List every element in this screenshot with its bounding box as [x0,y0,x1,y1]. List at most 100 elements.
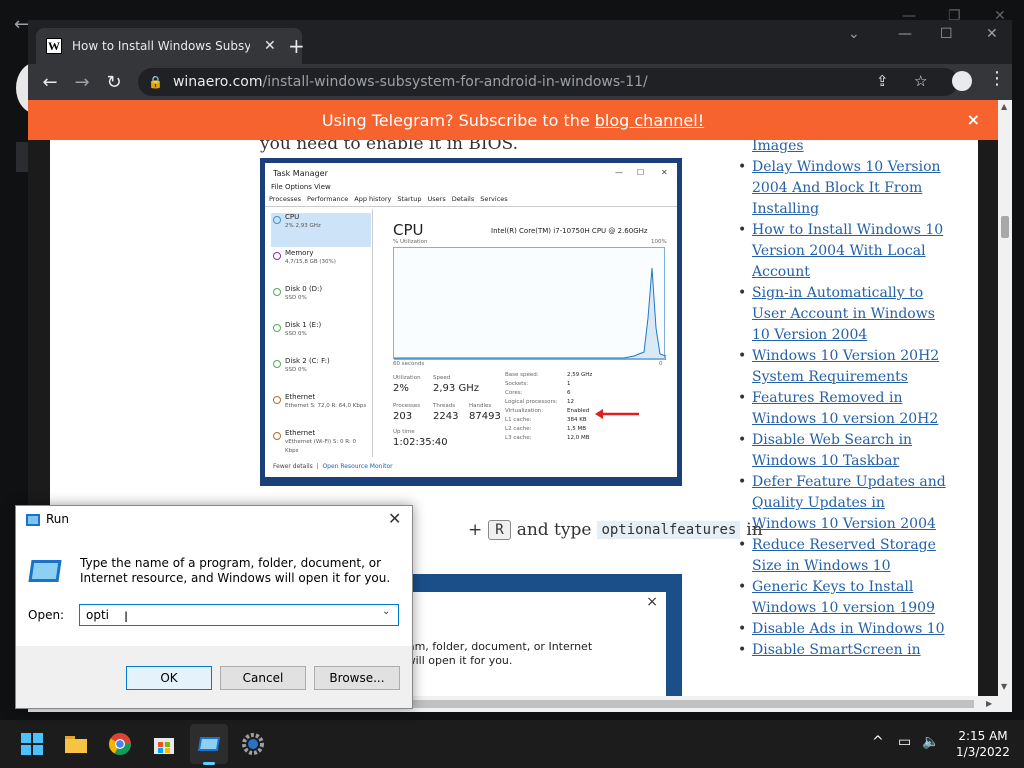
scroll-right-icon[interactable]: ▶ [986,699,992,708]
address-bar[interactable]: 🔒 winaero.com /install-windows-subsystem… [138,68,958,96]
tm-util-label: % Utilization [393,239,428,245]
lock-icon[interactable]: 🔒 [148,75,163,89]
minimize-button[interactable]: — [898,26,912,42]
tm-side-item: Ethernet Ethernet S: 72,0 R: 64,0 Kbps [271,393,371,427]
sidebar-link[interactable]: Generic Keys to Install Windows 10 versi… [752,579,935,616]
maximize-button[interactable]: ☐ [940,26,953,42]
tm-stat-label: Handles [469,403,492,409]
back-arrow-icon: ← [14,14,30,35]
share-icon[interactable]: ⇪ [876,72,889,90]
volume-icon[interactable]: 🔈 [922,734,939,750]
banner-link[interactable]: blog channel! [595,111,704,130]
text-cursor-icon: I [124,610,129,626]
list-item: Disable Ads in Windows 10 [738,619,950,640]
list-item: How to Install Windows 10 Version 2004 W… [738,220,950,283]
tm-cpu-model: Intel(R) Core(TM) i7-10750H CPU @ 2.60GH… [491,227,648,235]
tm-tab: Details [451,195,475,203]
menu-kebab-icon[interactable]: ⋮ [988,68,1006,89]
scroll-up-icon[interactable]: ▲ [1001,102,1007,111]
tab-close-icon[interactable]: ✕ [264,38,276,54]
chrome-icon[interactable] [108,732,132,756]
code-optionalfeatures: optionalfeatures [597,521,741,539]
article-instruction: + R and type optionalfeatures in [468,520,763,540]
clock-date: 1/3/2022 [956,745,1010,759]
tm-stat-value: 2243 [433,411,459,422]
vertical-scroll-thumb[interactable] [1001,216,1009,238]
cpu-graph-svg [394,267,666,360]
file-explorer-icon[interactable] [64,732,88,756]
banner-text: Using Telegram? Subscribe to the [321,110,590,130]
tm-close-icon: ✕ [661,168,668,177]
reload-button[interactable]: ↻ [102,70,126,94]
tm-stat-value: 1:02:35:40 [393,437,448,448]
tm-side-item: Ethernet vEthernet (Wi-Fi) S: 0 R: 0 Kbps [271,429,371,463]
sidebar-link[interactable]: Disable Ads in Windows 10 [752,621,945,637]
bookmark-star-icon[interactable]: ☆ [914,72,927,90]
sidebar-link[interactable]: How to Install Windows 10 Version 2004 W… [752,222,943,280]
vertical-scrollbar[interactable]: ▲ ▼ [998,100,1012,712]
tray-chevron-icon[interactable]: ^ [872,734,884,750]
tm-util-max: 100% [651,239,667,245]
list-item: Generic Keys to Install Windows 10 versi… [738,577,950,619]
system-clock[interactable]: 2:15 AM 1/3/2022 [950,728,1016,760]
sidebar-link[interactable]: Delay Windows 10 Version 2004 And Block … [752,159,941,217]
banner-close-icon[interactable]: × [967,110,980,129]
list-item: Windows 10 Version 20H2 System Requireme… [738,346,950,388]
sidebar-link[interactable]: Images [752,138,804,154]
browse-button[interactable]: Browse... [314,666,400,690]
tm-side-item: CPU 2% 2,93 GHz [271,213,371,247]
run-taskbar-icon[interactable] [197,732,221,756]
sidebar-link[interactable]: Disable SmartScreen in [752,642,921,658]
related-links-list: Images Delay Windows 10 Version 2004 And… [738,136,950,661]
tm-fewer-details: Fewer details | Open Resource Monitor [273,463,393,470]
url-domain: winaero.com [172,74,263,90]
tm-tab: Services [480,195,508,203]
browser-tab[interactable]: W How to Install Windows Subsystem for A… [36,28,302,64]
sidebar-link[interactable]: Windows 10 Version 20H2 System Requireme… [752,348,939,385]
list-item: Defer Feature Updates and Quality Update… [738,472,950,535]
sidebar-link[interactable]: Defer Feature Updates and Quality Update… [752,474,946,532]
chevron-down-icon[interactable]: ⌄ [382,606,390,617]
new-tab-button[interactable]: + [288,34,305,58]
open-label: Open: [28,608,65,622]
tm-stat-value: 203 [393,411,413,422]
key-r: R [488,520,511,540]
task-manager-screenshot: Task Manager — ☐ ✕ File Options View Pro… [260,158,682,486]
tm-cpu-heading: CPU [393,221,424,239]
network-icon[interactable]: ▭ [898,734,911,750]
run-titlebar[interactable]: Run ✕ [16,506,412,534]
settings-gear-icon[interactable] [241,732,265,756]
list-item: Features Removed in Windows 10 version 2… [738,388,950,430]
tm-tab: Processes [269,195,302,203]
tm-stat-label: Up time [393,429,415,435]
close-window-button[interactable]: ✕ [986,26,998,42]
run-title: Run [46,512,70,526]
tab-search-icon[interactable]: ⌄ [848,26,860,42]
run-close-button[interactable]: ✕ [388,509,401,528]
list-item: Disable Web Search in Windows 10 Taskbar [738,430,950,472]
sidebar-link[interactable]: Reduce Reserved Storage Size in Windows … [752,537,936,574]
windows-start-icon[interactable] [20,732,44,756]
tm-stat-label: Speed [433,375,451,381]
red-arrow-icon [595,409,639,419]
forward-button[interactable]: → [70,70,94,94]
scroll-down-icon[interactable]: ▼ [1001,682,1007,691]
sidebar-link[interactable]: Features Removed in Windows 10 version 2… [752,390,938,427]
sidebar-link[interactable]: Sign-in Automatically to User Account in… [752,285,935,343]
winaero-favicon-icon: W [46,38,62,54]
tab-strip: W How to Install Windows Subsystem for A… [28,20,1012,64]
list-item: Sign-in Automatically to User Account in… [738,283,950,346]
browser-toolbar: ← → ↻ 🔒 winaero.com /install-windows-sub… [28,64,1012,100]
tm-tabs: Processes Performance App history Startu… [265,195,677,207]
and-type-text: and type [516,520,592,540]
tm-maximize-icon: ☐ [637,168,645,177]
tm-stat-value: 87493 [469,411,501,422]
ok-button[interactable]: OK [126,666,212,690]
back-button[interactable]: ← [38,70,62,94]
tm-stat-label: Processes [393,403,421,409]
profile-avatar-icon[interactable] [952,71,972,91]
cancel-button[interactable]: Cancel [220,666,306,690]
tm-stat-value: 2,93 GHz [433,383,479,394]
sidebar-link[interactable]: Disable Web Search in Windows 10 Taskbar [752,432,912,469]
microsoft-store-icon[interactable] [152,732,176,756]
